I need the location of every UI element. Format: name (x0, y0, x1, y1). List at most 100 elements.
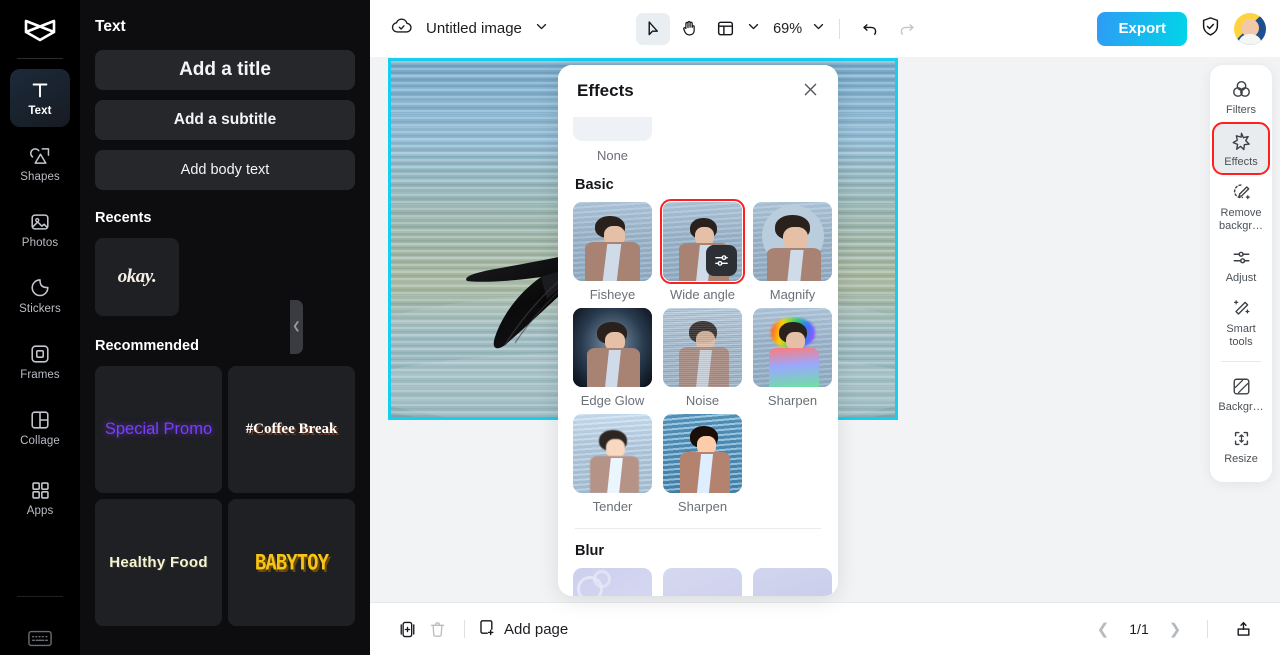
recommended-card-special-promo[interactable]: Special Promo (95, 366, 222, 493)
effect-thumbnail (573, 568, 652, 596)
sidebar-item-label: Shapes (20, 171, 60, 183)
add-title-button[interactable]: Add a title (95, 50, 355, 90)
sidebar-item-text[interactable]: Text (10, 69, 70, 127)
sidebar-item-label: Photos (21, 237, 59, 249)
zoom-level[interactable]: 69% (773, 21, 802, 37)
effect-thumbnail (663, 568, 742, 596)
redo-button[interactable] (889, 13, 923, 45)
effect-label: Magnify (769, 287, 816, 302)
layout-tool-button[interactable] (708, 13, 742, 45)
add-subtitle-button[interactable]: Add a subtitle (95, 100, 355, 140)
right-rail-label: Smart tools (1226, 323, 1256, 348)
sidebar-item-collage[interactable]: Collage (10, 399, 70, 457)
rail-divider (17, 58, 63, 59)
adjust-sliders-icon[interactable] (706, 245, 737, 276)
right-rail-label: Adjust (1225, 271, 1257, 284)
avatar[interactable] (1234, 12, 1266, 45)
capcut-logo-icon[interactable] (18, 14, 62, 48)
effect-item-blur-1[interactable] (573, 568, 652, 596)
sidebar-item-frames[interactable]: Frames (10, 333, 70, 391)
zoom-chevron-down-icon[interactable] (811, 19, 826, 39)
effect-item-wide-angle[interactable]: Wide angle (660, 199, 745, 302)
effect-thumbnail (753, 308, 832, 387)
effects-panel-header: Effects (558, 65, 838, 117)
right-rail-label: Resize (1224, 453, 1258, 466)
select-tool-button[interactable] (636, 12, 671, 45)
hand-tool-button[interactable] (672, 13, 706, 45)
chevron-left-icon[interactable]: ❮ (1091, 617, 1115, 641)
recents-heading: Recents (95, 210, 152, 226)
right-rail-divider (1221, 361, 1261, 363)
layout-chevron-down-icon[interactable] (746, 19, 761, 39)
effects-section-divider (575, 528, 821, 529)
rail-divider-lower (17, 596, 63, 597)
sidebar-item-apps[interactable]: Apps (10, 469, 70, 527)
recent-text-style-card[interactable]: okay. (95, 238, 179, 316)
recommended-card-label: BABYTOY (254, 550, 329, 575)
recommended-card-label: Special Promo (104, 420, 213, 438)
recommended-card-label: Healthy Food (109, 554, 208, 571)
chevron-down-icon[interactable] (534, 19, 549, 39)
document-name[interactable]: Untitled image (426, 20, 522, 37)
effect-item-edge-glow[interactable]: Edge Glow (573, 308, 652, 408)
effects-panel-body[interactable]: None Basic Fisheye Wide angle Magnify Ed… (558, 117, 838, 596)
effect-item-blur-2[interactable] (663, 568, 742, 596)
export-button[interactable]: Export (1097, 11, 1187, 46)
cloud-saved-icon (390, 16, 414, 41)
effect-item-sharpen-rgb[interactable]: Sharpen (753, 308, 832, 408)
keyboard-shortcuts-button[interactable] (0, 630, 80, 647)
effect-thumbnail (573, 202, 652, 281)
effect-item-sharpen[interactable]: Sharpen (663, 414, 742, 514)
add-page-button[interactable]: Add page (477, 618, 568, 641)
effects-panel-title: Effects (577, 81, 634, 100)
effect-item-blur-3[interactable] (753, 568, 832, 596)
add-page-icon (477, 618, 496, 641)
sidebar-item-photos[interactable]: Photos (10, 201, 70, 259)
right-rail-item-filters[interactable]: Filters (1214, 72, 1268, 122)
recents-row: okay. (95, 238, 355, 316)
recommended-card-healthy-food[interactable]: Healthy Food (95, 499, 222, 626)
right-rail-item-background[interactable]: Backgr… (1214, 369, 1268, 419)
add-page-label: Add page (504, 620, 569, 638)
trash-icon[interactable] (422, 614, 452, 644)
right-rail-label: Filters (1226, 104, 1256, 116)
effect-thumbnail (753, 568, 832, 596)
recommended-card-coffee-break[interactable]: #Coffee Break (228, 366, 355, 493)
right-rail-label: Effects (1224, 155, 1258, 168)
recommended-card-babytoy[interactable]: BABYTOY (228, 499, 355, 626)
effect-item-fisheye[interactable]: Fisheye (573, 202, 652, 302)
capcut-editor-window: Text Shapes Photos Stickers Frames Colla… (0, 0, 1280, 655)
effect-none[interactable]: None (573, 117, 652, 163)
effect-thumbnail (573, 308, 652, 387)
right-rail-item-adjust[interactable]: Adjust (1214, 240, 1268, 290)
bottom-divider (464, 620, 465, 638)
recommended-grid: Special Promo #Coffee Break Healthy Food… (95, 366, 355, 626)
right-rail-item-resize[interactable]: Resize (1214, 421, 1268, 471)
undo-button[interactable] (853, 13, 887, 45)
sidebar-item-stickers[interactable]: Stickers (10, 267, 70, 325)
right-rail-item-remove-background[interactable]: Remove backgr… (1214, 175, 1268, 237)
sidebar-item-shapes[interactable]: Shapes (10, 135, 70, 193)
top-toolbar: Untitled image 69% Export (370, 0, 1280, 57)
right-tool-rail: Filters Effects Remove backgr… Adjust Sm… (1210, 65, 1272, 482)
right-rail-item-effects[interactable]: Effects (1212, 121, 1270, 176)
right-rail-item-smart-tools[interactable]: Smart tools (1214, 291, 1268, 353)
sidebar-item-label: Apps (26, 504, 54, 517)
close-icon[interactable] (802, 81, 819, 101)
effect-item-noise[interactable]: Noise (663, 308, 742, 408)
effect-item-magnify[interactable]: Magnify (753, 202, 832, 302)
effect-label: Tender (592, 499, 633, 514)
effect-item-tender[interactable]: Tender (573, 414, 652, 514)
duplicate-page-icon[interactable] (392, 614, 422, 644)
export-page-icon[interactable] (1228, 614, 1258, 644)
toolbar-center-group: 69% (636, 12, 923, 45)
shield-check-icon[interactable] (1199, 15, 1222, 43)
sidebar-item-label: Stickers (19, 303, 61, 315)
effect-label: Sharpen (677, 499, 728, 514)
chevron-right-icon[interactable]: ❯ (1163, 617, 1187, 641)
effect-thumbnail (753, 202, 832, 281)
add-body-text-button[interactable]: Add body text (95, 150, 355, 190)
effect-thumbnail (573, 414, 652, 493)
collapse-panel-handle[interactable]: ❮ (290, 300, 303, 354)
right-rail-label: Remove backgr… (1218, 207, 1264, 232)
